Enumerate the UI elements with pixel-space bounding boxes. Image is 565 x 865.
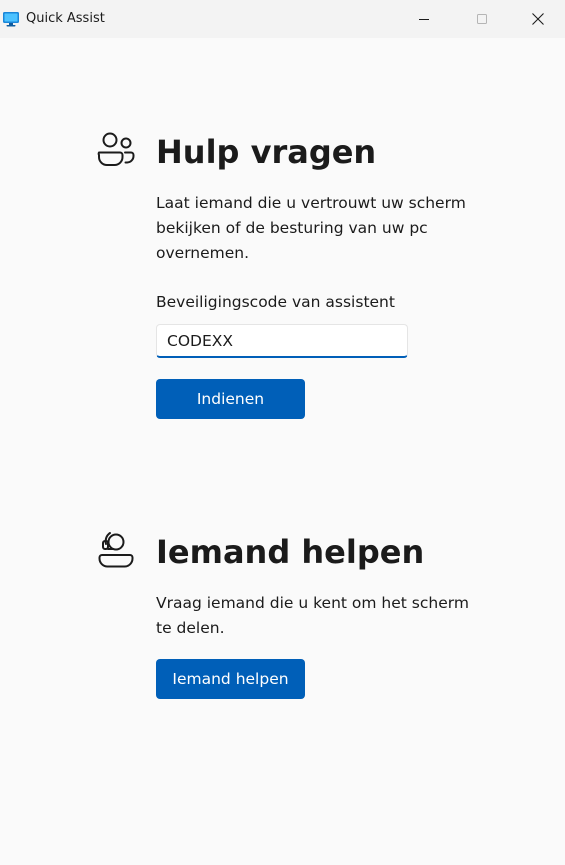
minimize-icon bbox=[419, 19, 429, 20]
submit-button[interactable]: Indienen bbox=[156, 379, 305, 419]
title-bar[interactable]: Quick Assist bbox=[0, 0, 565, 38]
get-help-heading: Hulp vragen bbox=[156, 133, 377, 171]
close-icon bbox=[532, 13, 544, 25]
get-help-description-line: overnemen. bbox=[156, 244, 250, 262]
minimize-button[interactable] bbox=[395, 0, 453, 38]
close-button[interactable] bbox=[511, 0, 565, 38]
give-help-heading: Iemand helpen bbox=[156, 533, 425, 571]
person-headset-icon bbox=[98, 532, 134, 568]
get-help-description-line: bekijken of de besturing van uw pc bbox=[156, 219, 428, 237]
people-icon bbox=[97, 132, 135, 166]
give-help-description: Vraag iemand die u kent om het scherm te… bbox=[156, 591, 486, 641]
security-code-label: Beveiligingscode van assistent bbox=[156, 293, 395, 311]
security-code-input[interactable] bbox=[156, 324, 408, 358]
maximize-icon bbox=[477, 14, 487, 24]
help-someone-button[interactable]: Iemand helpen bbox=[156, 659, 305, 699]
give-help-description-line: Vraag iemand die u kent om het scherm bbox=[156, 594, 469, 612]
get-help-description: Laat iemand die u vertrouwt uw scherm be… bbox=[156, 191, 486, 266]
window-title: Quick Assist bbox=[26, 11, 105, 26]
give-help-description-line: te delen. bbox=[156, 619, 225, 637]
maximize-button[interactable] bbox=[453, 0, 511, 38]
quick-assist-monitor-icon bbox=[3, 12, 19, 27]
get-help-description-line: Laat iemand die u vertrouwt uw scherm bbox=[156, 194, 466, 212]
